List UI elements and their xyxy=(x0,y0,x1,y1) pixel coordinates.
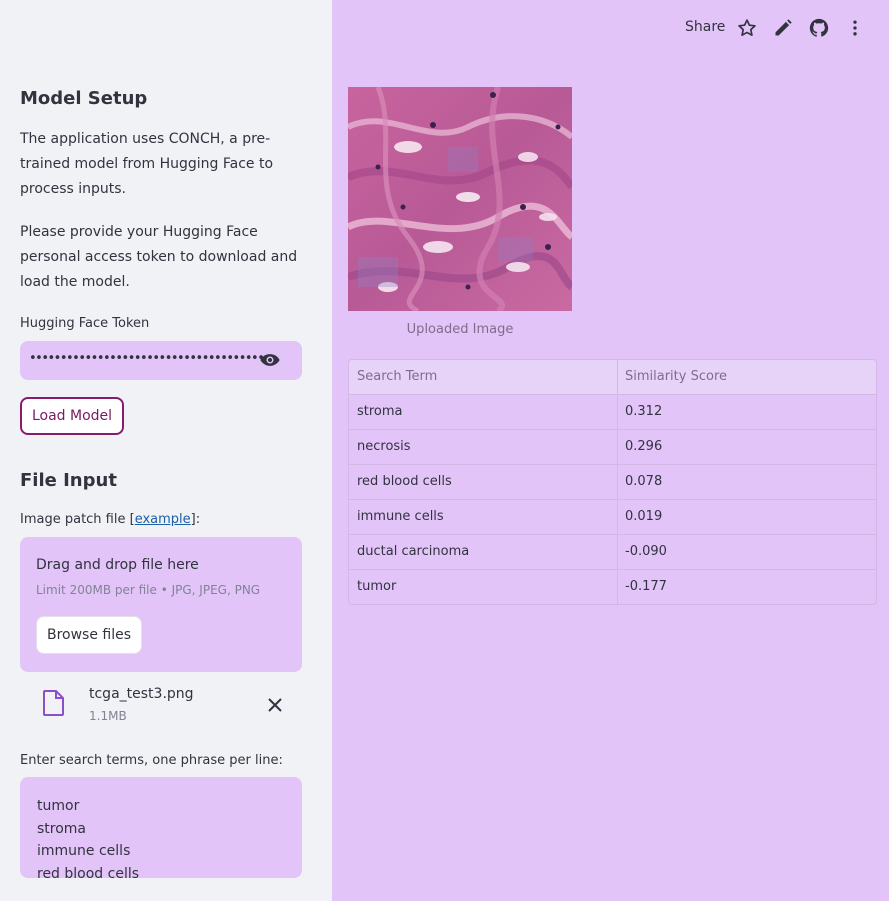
table-cell: tumor xyxy=(357,579,397,594)
browse-files-button[interactable]: Browse files xyxy=(36,616,142,654)
table-cell: immune cells xyxy=(357,509,444,524)
image-patch-label-suffix: ]: xyxy=(190,512,201,527)
file-dropzone[interactable]: Drag and drop file here Limit 200MB per … xyxy=(20,537,302,672)
dropzone-title: Drag and drop file here xyxy=(36,557,199,573)
table-cell: red blood cells xyxy=(357,474,452,489)
share-button[interactable]: Share xyxy=(685,19,725,35)
search-terms-content: tumor stroma immune cells red blood cell… xyxy=(37,795,139,878)
table-cell: necrosis xyxy=(357,439,411,454)
table-header-row: Search Term Similarity Score xyxy=(349,360,876,395)
table-cell: 0.019 xyxy=(625,509,663,524)
similarity-table: Search Term Similarity Score stroma 0.31… xyxy=(348,359,877,605)
table-cell: 0.078 xyxy=(625,474,663,489)
table-row: tumor -0.177 xyxy=(349,570,876,604)
table-cell: ductal carcinoma xyxy=(357,544,470,559)
table-row: stroma 0.312 xyxy=(349,395,876,430)
token-instructions: Please provide your Hugging Face persona… xyxy=(20,224,298,290)
model-setup-description: The application uses CONCH, a pre-traine… xyxy=(20,131,274,197)
table-row: red blood cells 0.078 xyxy=(349,465,876,500)
search-terms-textarea[interactable]: tumor stroma immune cells red blood cell… xyxy=(20,777,302,878)
table-header-cell[interactable]: Similarity Score xyxy=(625,369,727,384)
file-icon xyxy=(43,690,64,716)
uploaded-image xyxy=(348,87,572,311)
file-input-heading: File Input xyxy=(20,470,117,491)
table-header-cell[interactable]: Search Term xyxy=(357,369,437,384)
remove-file-icon[interactable] xyxy=(268,698,282,712)
example-link[interactable]: example xyxy=(135,512,191,527)
file-name: tcga_test3.png xyxy=(89,686,194,702)
table-cell: 0.296 xyxy=(625,439,663,454)
github-icon[interactable] xyxy=(809,18,829,38)
load-model-button[interactable]: Load Model xyxy=(20,397,124,435)
image-caption: Uploaded Image xyxy=(406,322,514,337)
tissue-image xyxy=(348,87,572,311)
search-term-line: stroma xyxy=(37,820,87,837)
search-term-line: tumor xyxy=(37,798,80,814)
token-input[interactable]: •••••••••••••••••••••••••••••••••••••• xyxy=(20,341,302,380)
edit-icon[interactable] xyxy=(773,18,793,38)
table-cell: -0.177 xyxy=(625,579,667,594)
image-patch-label: Image patch file [example]: xyxy=(20,512,200,527)
table-row: ductal carcinoma -0.090 xyxy=(349,535,876,570)
search-term-line: red blood cells xyxy=(37,865,140,879)
search-terms-label: Enter search terms, one phrase per line: xyxy=(20,753,283,768)
show-password-icon[interactable] xyxy=(260,352,280,368)
table-cell: 0.312 xyxy=(625,404,663,419)
table-column-divider xyxy=(617,360,618,604)
image-patch-label-prefix: Image patch file [ xyxy=(20,512,135,527)
more-vertical-icon[interactable] xyxy=(845,18,865,38)
star-icon[interactable] xyxy=(737,18,757,38)
table-cell: -0.090 xyxy=(625,544,667,559)
search-term-line: immune cells xyxy=(37,843,131,859)
table-row: necrosis 0.296 xyxy=(349,430,876,465)
token-label: Hugging Face Token xyxy=(20,316,150,331)
dropzone-limit: Limit 200MB per file • JPG, JPEG, PNG xyxy=(36,583,261,597)
file-size: 1.1MB xyxy=(89,709,127,723)
sidebar: Model Setup The application uses CONCH, … xyxy=(0,0,332,901)
model-setup-heading: Model Setup xyxy=(20,88,148,109)
table-row: immune cells 0.019 xyxy=(349,500,876,535)
main-area: Share Uploaded Image Search Term Similar… xyxy=(332,0,889,901)
uploaded-file-row: tcga_test3.png 1.1MB xyxy=(20,685,302,729)
table-cell: stroma xyxy=(357,404,403,419)
token-value: •••••••••••••••••••••••••••••••••••••• xyxy=(29,351,265,366)
